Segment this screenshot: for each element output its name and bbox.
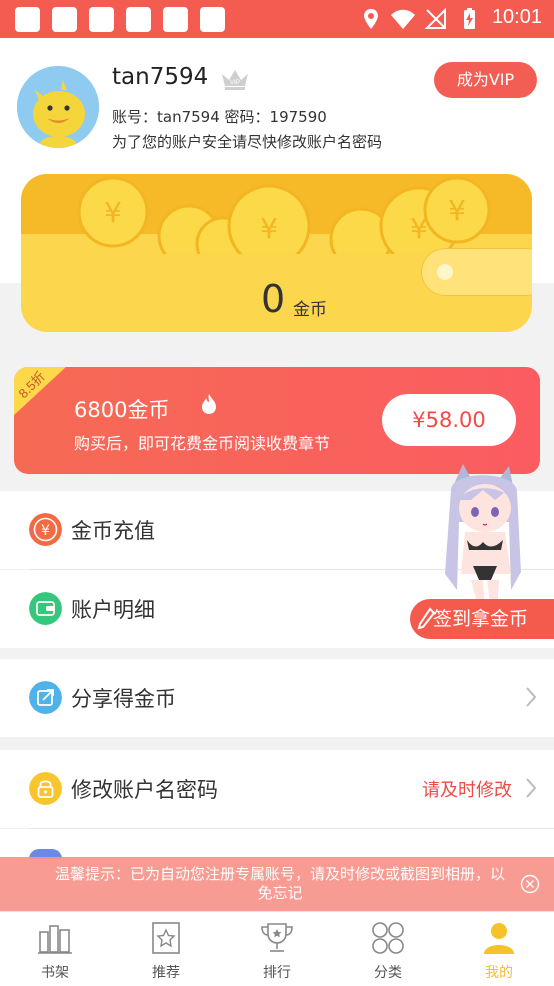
no-signal-icon [424,7,446,29]
buy-price-button[interactable]: ¥58.00 [382,394,516,446]
tab-label: 推荐 [152,965,180,981]
tab-ranking[interactable]: 排行 [222,912,332,986]
tab-label: 排行 [263,965,291,981]
tab-label: 书架 [41,965,69,981]
chevron-right-icon [526,687,537,707]
vip-crown-icon: VIP [222,70,248,90]
close-icon[interactable] [520,874,540,894]
yen-coin-icon: ¥ [29,513,62,546]
menu-label: 修改账户名密码 [71,778,218,802]
tab-mine[interactable]: 我的 [444,912,554,986]
security-warning: 为了您的账户安全请尽快修改账户名密码 [112,133,383,151]
tab-label: 分类 [374,965,402,981]
tab-category[interactable]: 分类 [333,912,443,986]
menu-item-modify-credentials[interactable]: 修改账户名密码 请及时修改 [0,750,554,828]
status-bar: 10:01 [0,0,554,38]
clock: 10:01 [491,6,542,28]
gold-unit: 金币 [293,300,327,320]
sign-in-reward-button[interactable]: 签到拿金币 [410,599,554,639]
duck-avatar-icon [17,66,99,148]
modify-hint: 请及时修改 [422,780,512,801]
account-credentials: 账号：tan7594 密码：197590 [112,108,327,126]
menu-label: 金币充值 [71,519,155,543]
menu-item-share[interactable]: 分享得金币 [0,659,554,737]
anime-girl-mascot-icon[interactable] [425,462,554,610]
tab-recommend[interactable]: 推荐 [111,912,221,986]
ranking-icon [261,923,293,952]
recommend-icon [152,922,180,954]
flame-icon [202,394,216,414]
svg-text:¥: ¥ [410,212,428,245]
tab-label: 我的 [485,965,513,981]
gold-package-card[interactable]: 8.5折 6800金币 购买后，即可花费金币阅读收费章节 ¥58.00 [14,367,540,474]
notification-icon [52,7,77,32]
tab-bookshelf[interactable]: 书架 [0,912,110,986]
notice-text: 温馨提示：已为自动您注册专属账号，请及时修改或截图到相册，以免忘记 [54,865,505,902]
discount-badge: 8.5折 [14,367,66,416]
package-title: 6800金币 [74,398,170,422]
profile-icon [484,923,514,954]
gold-amount: 0 [261,277,286,321]
lock-icon [29,772,62,805]
menu-label: 分享得金币 [71,687,176,711]
become-vip-button[interactable]: 成为VIP [434,62,537,98]
notification-icon [200,7,225,32]
share-icon [29,681,62,714]
notification-icon [126,7,151,32]
bookshelf-icon [38,925,72,954]
package-description: 购买后，即可花费金币阅读收费章节 [74,434,331,453]
wallet-icon [29,592,62,625]
category-icon [372,922,404,954]
notification-icon [163,7,188,32]
svg-text:¥: ¥ [448,194,466,227]
svg-text:¥: ¥ [260,212,278,245]
chevron-right-icon [526,778,537,798]
menu-item-partial[interactable] [0,829,554,859]
sign-in-label: 签到拿金币 [433,608,529,630]
wifi-icon [391,9,415,29]
notification-icon [89,7,114,32]
crown-badge-text: VIP [230,80,240,86]
svg-text:¥: ¥ [104,196,122,229]
svg-text:¥: ¥ [41,523,50,539]
notification-icon [15,7,40,32]
coins-decoration-icon: ¥ ¥ ¥ ¥ [77,176,491,254]
avatar[interactable] [17,66,99,148]
location-icon [364,9,378,29]
bottom-navigation: 书架 推荐 排行 分类 我的 [0,911,554,986]
battery-charging-icon [464,8,475,29]
gold-balance-card: ¥ ¥ ¥ ¥ 0 金币 [21,174,532,332]
notice-toast: 温馨提示：已为自动您注册专属账号，请及时修改或截图到相册，以免忘记 [0,857,554,911]
menu-label: 账户明细 [71,598,155,622]
username: tan7594 [112,64,209,90]
